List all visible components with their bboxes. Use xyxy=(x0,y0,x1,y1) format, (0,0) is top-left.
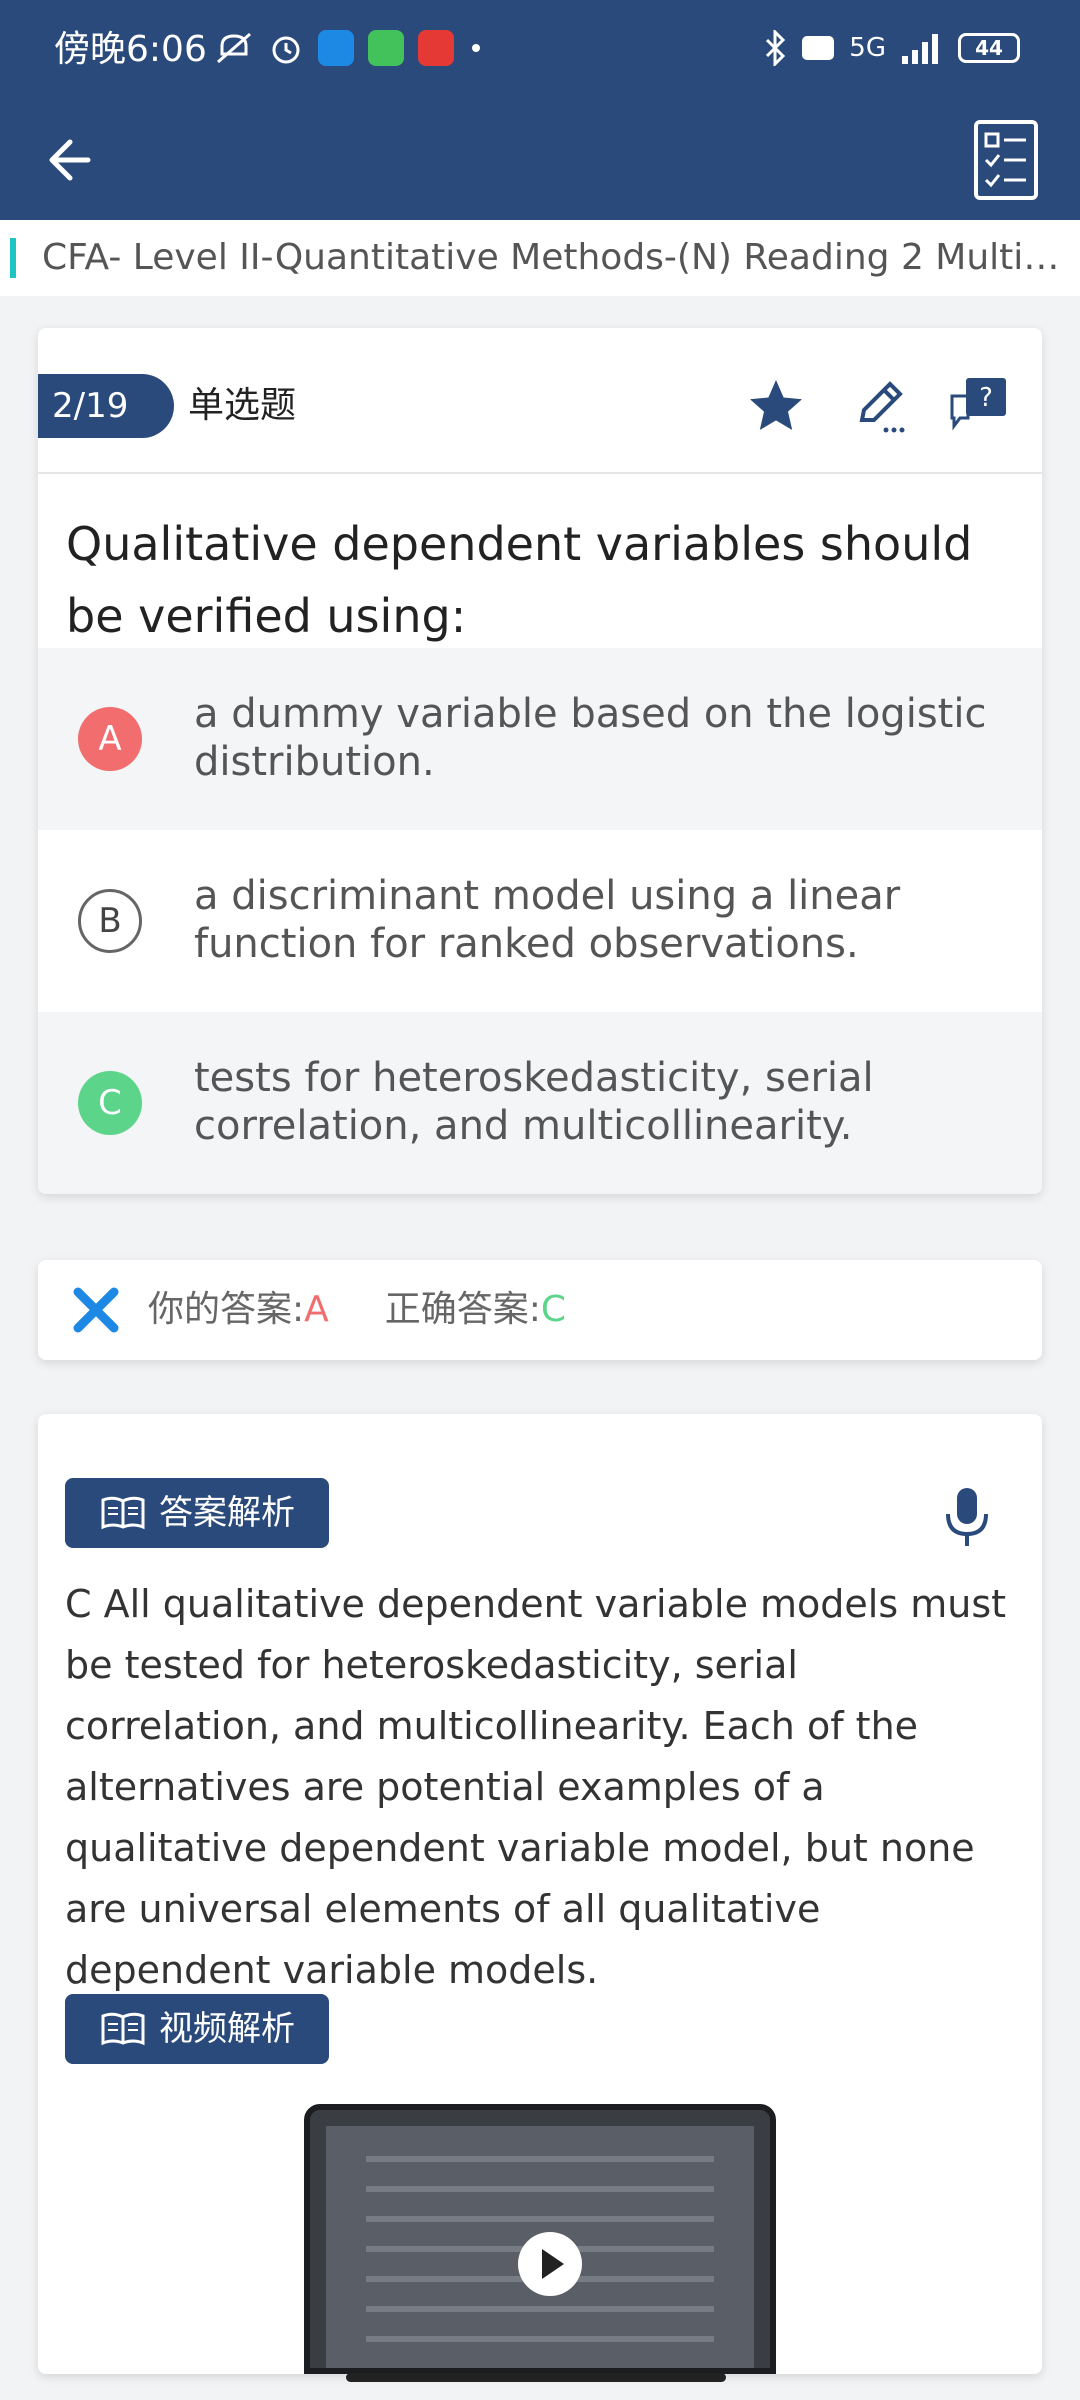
status-system-icons: 5G 44 xyxy=(763,30,1020,66)
answer-summary: 你的答案: A 正确答案: C xyxy=(148,1284,566,1336)
option-b[interactable]: B a discriminant model using a linear fu… xyxy=(38,830,1042,1012)
battery-indicator: 44 xyxy=(958,33,1020,63)
checklist-icon[interactable] xyxy=(972,118,1040,202)
question-index: 2/19 xyxy=(38,374,174,438)
app-icon-blue xyxy=(318,30,354,66)
explanation-title: 答案解析 xyxy=(159,1493,295,1533)
signal-icon xyxy=(902,34,938,64)
close-icon xyxy=(73,1287,119,1333)
option-badge: A xyxy=(78,707,142,771)
question-type: 单选题 xyxy=(188,385,297,426)
play-icon[interactable] xyxy=(518,2232,582,2296)
video-title-pill: 视频解析 xyxy=(65,1994,329,2064)
option-a[interactable]: A a dummy variable based on the logistic… xyxy=(38,648,1042,830)
edit-icon[interactable] xyxy=(850,374,914,438)
breadcrumb-accent-bar xyxy=(10,238,16,278)
option-badge: C xyxy=(78,1071,142,1135)
question-card: 2/19 单选题 ? Qualitative dependent variabl… xyxy=(38,328,1042,1194)
dot-icon xyxy=(472,44,480,52)
answer-result-card: 你的答案: A 正确答案: C xyxy=(38,1260,1042,1360)
correct-answer-label: 正确答案: xyxy=(384,1289,541,1330)
arrow-left-icon[interactable] xyxy=(40,126,108,194)
alarm-icon xyxy=(272,36,300,64)
bluetooth-icon xyxy=(766,30,786,66)
option-text: a discriminant model using a linear func… xyxy=(194,873,901,967)
your-answer-value: A xyxy=(304,1289,329,1330)
explanation-title-pill: 答案解析 xyxy=(65,1478,329,1548)
option-text: a dummy variable based on the logistic d… xyxy=(194,691,987,785)
option-c[interactable]: C tests for heteroskedasticity, serial c… xyxy=(38,1012,1042,1194)
explanation-card: 答案解析 C All qualitative dependent variabl… xyxy=(38,1414,1042,2374)
question-text: Qualitative dependent variables should b… xyxy=(66,517,973,643)
book-icon xyxy=(101,2012,145,2046)
breadcrumb: CFA- Level II-Quantitative Methods-(N) R… xyxy=(0,220,1080,296)
star-icon[interactable] xyxy=(744,374,808,438)
option-badge: B xyxy=(78,889,142,953)
network-type: 5G xyxy=(849,33,886,63)
status-bar: 傍晚6:06 5G 44 xyxy=(0,0,1080,100)
option-text: tests for heteroskedasticity, serial cor… xyxy=(194,1055,874,1149)
svg-text:?: ? xyxy=(979,383,993,413)
status-time: 傍晚6:06 xyxy=(54,29,207,70)
book-icon xyxy=(101,1496,145,1530)
correct-answer-value: C xyxy=(540,1289,567,1330)
question-feedback-icon[interactable]: ? xyxy=(946,374,1010,438)
app-icon-green xyxy=(368,30,404,66)
app-bar xyxy=(0,100,1080,220)
app-icon-red xyxy=(418,30,454,66)
home-indicator[interactable] xyxy=(346,2373,726,2382)
question-header: 2/19 单选题 ? xyxy=(38,328,1042,474)
your-answer-label: 你的答案: xyxy=(148,1289,305,1330)
explanation-text: C All qualitative dependent variable mod… xyxy=(65,1582,1007,1992)
video-player[interactable] xyxy=(304,2104,776,2374)
mute-icon xyxy=(217,32,251,64)
microphone-icon[interactable] xyxy=(942,1486,992,1550)
breadcrumb-text: CFA- Level II-Quantitative Methods-(N) R… xyxy=(42,237,1062,278)
status-notification-icons xyxy=(214,30,484,66)
hd-icon xyxy=(802,36,835,60)
video-title: 视频解析 xyxy=(159,2009,295,2049)
